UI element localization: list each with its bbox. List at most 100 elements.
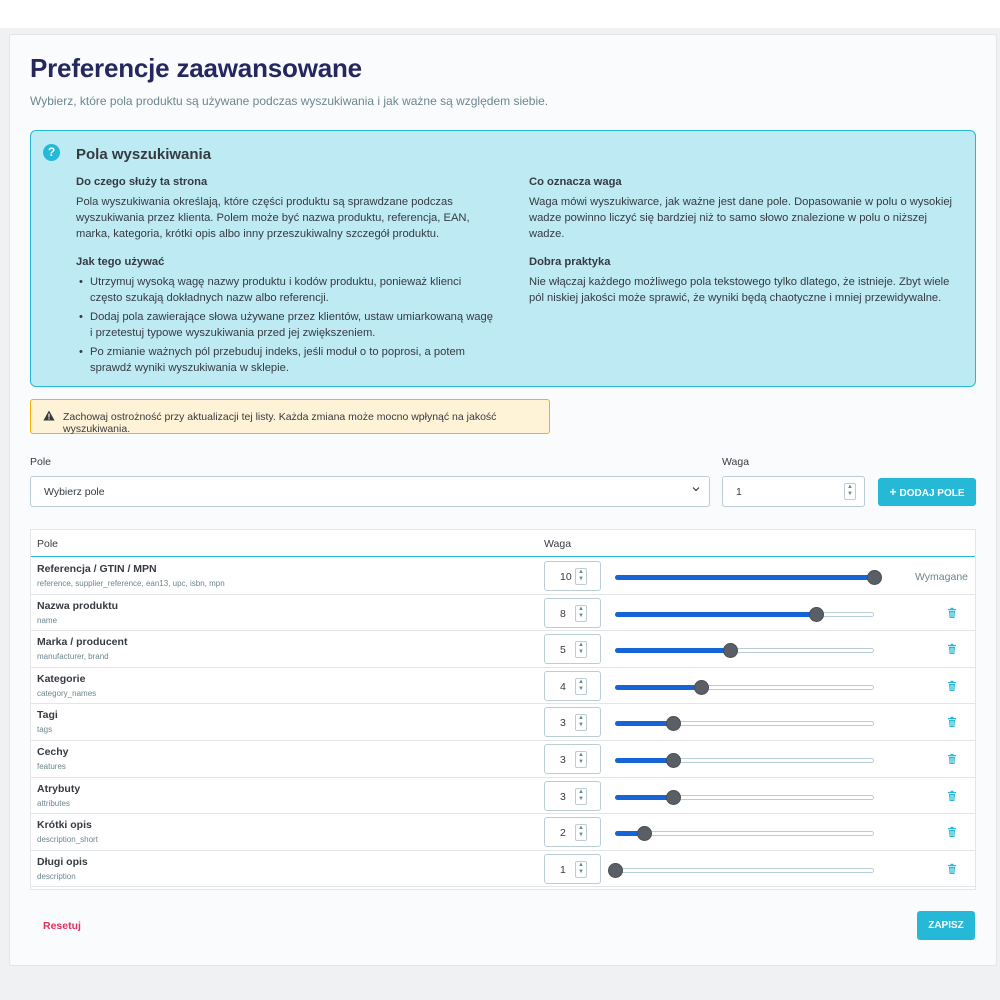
slider-thumb[interactable] xyxy=(608,862,623,878)
warning-text: Zachowaj ostrożność przy aktualizacji te… xyxy=(63,411,497,435)
fields-table: Pole Waga Referencja / GTIN / MPN referen… xyxy=(30,529,976,890)
trash-icon[interactable] xyxy=(945,606,959,620)
trash-icon[interactable] xyxy=(945,715,959,729)
weight-input[interactable]: 4 ▲ ▼ xyxy=(544,670,601,701)
weight-input[interactable]: 8 ▲ ▼ xyxy=(544,597,601,628)
table-row: Marka / producent manufacturer, brand 5 ▲ ▼ xyxy=(31,631,975,668)
weight-slider[interactable] xyxy=(608,862,874,878)
trash-icon[interactable] xyxy=(945,642,959,656)
info-how-item: Po zmianie ważnych pól przebuduj indeks,… xyxy=(76,344,494,376)
weight-slider[interactable] xyxy=(615,716,874,732)
spinner-icon[interactable]: ▲ ▼ xyxy=(575,860,587,878)
warning-alert: Zachowaj ostrożność przy aktualizacji te… xyxy=(30,399,550,435)
weight-value: 3 xyxy=(560,754,566,766)
question-circle-icon: ? xyxy=(43,144,60,161)
trash-icon[interactable] xyxy=(945,679,959,693)
trash-icon[interactable] xyxy=(945,752,959,766)
required-label: Wymagane xyxy=(914,571,968,583)
spinner-icon[interactable]: ▲ ▼ xyxy=(575,568,587,585)
field-name: Atrybuty xyxy=(37,782,81,795)
spinner-icon[interactable]: ▲ ▼ xyxy=(575,751,587,768)
table-row: Nazwa produktu name 8 ▲ ▼ xyxy=(31,595,975,632)
info-box: ? Pola wyszukiwania Do czego służy ta st… xyxy=(30,130,976,387)
info-what-heading: Do czego służy ta strona xyxy=(76,176,208,188)
field-select-value: Wybierz pole xyxy=(44,486,105,498)
add-field-label: DODAJ POLE xyxy=(899,488,965,499)
field-name: Cechy xyxy=(37,746,69,758)
table-row: Atrybuty attributes 3 ▲ ▼ xyxy=(31,778,975,815)
field-name: Długi opis xyxy=(37,855,88,868)
weight-input[interactable]: 5 ▲ ▼ xyxy=(544,634,601,665)
weight-slider[interactable] xyxy=(615,826,874,842)
plus-icon: + xyxy=(889,485,897,499)
weight-slider[interactable] xyxy=(615,643,874,659)
info-practice-text: Nie włączaj każdego możliwego pola tekst… xyxy=(529,276,950,304)
weight-value: 3 xyxy=(560,717,566,730)
slider-fill xyxy=(615,794,673,800)
field-select[interactable]: Wybierz pole xyxy=(30,476,710,507)
slider-fill xyxy=(615,721,673,727)
info-how-item: Utrzymuj wysoką wagę nazwy produktu i ko… xyxy=(76,274,494,306)
field-name: Marka / producent xyxy=(37,636,128,649)
spinner-icon[interactable]: ▲ ▼ xyxy=(575,677,587,695)
weight-input[interactable]: 2 ▲ ▼ xyxy=(544,817,601,848)
slider-thumb[interactable] xyxy=(637,826,652,842)
weight-input[interactable]: 1 ▲ ▼ xyxy=(544,853,601,884)
weight-input[interactable]: 3 ▲ ▼ xyxy=(544,707,601,738)
weight-slider[interactable] xyxy=(615,753,874,768)
spinner-icon[interactable]: ▲ ▼ xyxy=(844,483,856,500)
spinner-icon[interactable]: ▲ ▼ xyxy=(575,641,587,659)
save-button[interactable]: ZAPISZ xyxy=(917,911,975,940)
weight-input[interactable]: 3 ▲ ▼ xyxy=(544,780,601,811)
table-header: Pole Waga xyxy=(31,530,975,557)
weight-slider[interactable] xyxy=(615,570,882,585)
field-keys: manufacturer, brand xyxy=(37,652,109,662)
weight-input-value: 1 xyxy=(736,486,742,498)
field-name: Nazwa produktu xyxy=(37,599,119,612)
weight-value: 10 xyxy=(560,571,572,583)
column-header-field: Pole xyxy=(37,538,59,550)
slider-thumb[interactable] xyxy=(809,606,824,622)
reset-link[interactable]: Resetuj xyxy=(43,920,81,932)
spinner-icon[interactable]: ▲ ▼ xyxy=(575,604,587,622)
slider-thumb[interactable] xyxy=(867,570,882,585)
spinner-icon[interactable]: ▲ ▼ xyxy=(575,824,587,842)
field-keys: attributes xyxy=(37,798,70,808)
spinner-icon[interactable]: ▲ ▼ xyxy=(575,787,587,805)
slider-thumb[interactable] xyxy=(723,643,738,659)
info-how-heading: Jak tego używać xyxy=(76,256,165,268)
weight-input[interactable]: 1 ▲ ▼ xyxy=(722,476,865,507)
trash-icon[interactable] xyxy=(945,825,959,839)
table-row: Tagi tags 3 ▲ ▼ xyxy=(31,704,975,741)
warning-triangle-icon xyxy=(43,410,55,424)
field-keys: tags xyxy=(37,725,53,735)
field-keys: reference, supplier_reference, ean13, up… xyxy=(37,579,225,588)
page-subtitle: Wybierz, które pola produktu są używane … xyxy=(30,94,549,108)
weight-slider[interactable] xyxy=(615,606,874,622)
trash-icon[interactable] xyxy=(945,862,959,876)
weight-input[interactable]: 3 ▲ ▼ xyxy=(544,744,601,774)
info-how-item: Dodaj pola zawierające słowa używane prz… xyxy=(76,309,494,341)
preferences-card: Preferencje zaawansowane Wybierz, które … xyxy=(9,34,997,966)
slider-fill xyxy=(615,648,730,654)
slider-thumb[interactable] xyxy=(694,679,709,695)
field-select-label: Pole xyxy=(30,456,52,468)
slider-thumb[interactable] xyxy=(666,716,681,732)
weight-input-label: Waga xyxy=(722,456,750,468)
trash-icon[interactable] xyxy=(945,789,959,803)
weight-slider[interactable] xyxy=(615,789,874,805)
add-field-button[interactable]: + DODAJ POLE xyxy=(878,478,976,506)
slider-thumb[interactable] xyxy=(666,753,681,768)
table-row: Długi opis description 1 ▲ ▼ xyxy=(31,851,975,888)
info-column-right: Co oznacza waga Waga mówi wyszukiwarce, … xyxy=(529,174,961,318)
page-title: Preferencje zaawansowane xyxy=(30,53,362,83)
weight-value: 1 xyxy=(560,863,566,876)
weight-slider[interactable] xyxy=(615,679,874,695)
slider-thumb[interactable] xyxy=(666,789,681,805)
info-weight-heading: Co oznacza waga xyxy=(529,176,622,188)
weight-input[interactable]: 10 ▲ ▼ xyxy=(544,561,601,591)
spinner-icon[interactable]: ▲ ▼ xyxy=(575,714,587,732)
weight-value: 5 xyxy=(560,644,566,657)
weight-value: 2 xyxy=(560,827,566,840)
slider-fill xyxy=(615,684,701,690)
